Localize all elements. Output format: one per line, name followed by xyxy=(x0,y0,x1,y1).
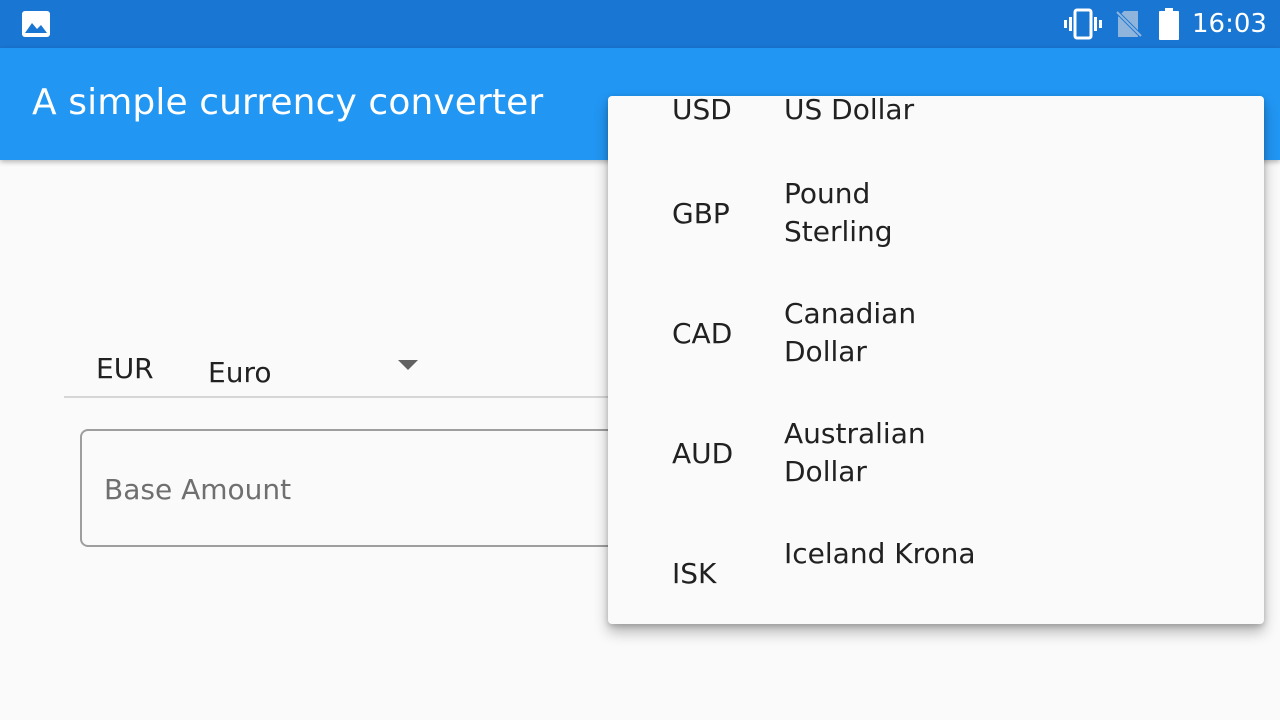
menu-item-aud[interactable]: AUD Australian Dollar xyxy=(608,394,1264,514)
currency-menu: USD US Dollar GBP Pound Sterling CAD Can… xyxy=(608,96,1264,624)
currency-code: EUR xyxy=(96,352,154,385)
menu-item-cad[interactable]: CAD Canadian Dollar xyxy=(608,274,1264,394)
dropdown-arrow-icon[interactable] xyxy=(398,360,418,370)
menu-item-name: Iceland Krona xyxy=(784,537,976,570)
menu-item-name: Canadian Dollar xyxy=(784,297,917,368)
menu-item-name: Australian Dollar xyxy=(784,417,926,488)
menu-item-code: AUD xyxy=(672,437,734,470)
base-amount-field[interactable] xyxy=(80,429,640,547)
status-time: 16:03 xyxy=(1192,9,1267,39)
base-amount-input[interactable] xyxy=(104,471,604,507)
menu-item-code: GBP xyxy=(672,197,730,230)
battery-icon xyxy=(1159,8,1179,40)
menu-item-gbp[interactable]: GBP Pound Sterling xyxy=(608,154,1264,274)
vibrate-icon xyxy=(1064,8,1102,40)
menu-item-name: Pound Sterling xyxy=(784,177,893,248)
menu-item-isk[interactable]: ISK Iceland Krona xyxy=(608,514,1264,624)
currency-name: Euro xyxy=(208,356,272,389)
image-icon xyxy=(22,11,50,37)
currency-dropdown[interactable]: EUR Euro xyxy=(64,336,624,398)
menu-item-code: ISK xyxy=(672,557,717,590)
app-title: A simple currency converter xyxy=(32,82,544,123)
no-sim-icon xyxy=(1114,9,1144,39)
menu-item-code: CAD xyxy=(672,317,733,350)
menu-item-name: US Dollar xyxy=(784,96,915,126)
status-bar: 16:03 xyxy=(0,0,1280,48)
